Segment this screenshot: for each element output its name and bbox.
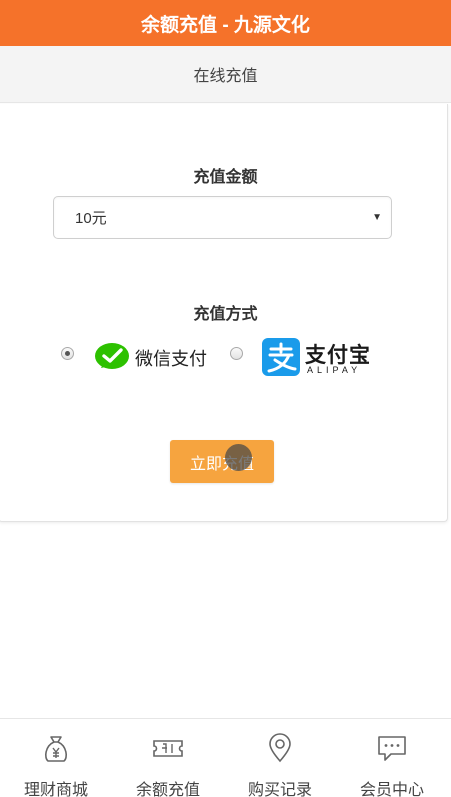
touch-cursor-indicator	[225, 444, 252, 471]
amount-label: 充值金额	[193, 169, 258, 186]
tab-label: 理财商城	[23, 782, 88, 797]
amount-select[interactable]: 10元 ▼	[53, 196, 392, 239]
tab-purchase-records[interactable]: 购买记录	[224, 719, 336, 797]
money-bag-icon	[44, 736, 68, 762]
tab-balance-recharge[interactable]: 余额充值	[112, 719, 224, 797]
payment-method-label: 充值方式	[193, 306, 258, 323]
page-title: 余额充值 - 九源文化	[0, 0, 451, 46]
recharge-now-button[interactable]: 立即充值	[170, 440, 274, 483]
chat-bubble-icon	[378, 736, 406, 761]
alipay-radio[interactable]	[230, 347, 243, 360]
amount-selected-value: 10元	[75, 210, 107, 227]
tab-member-center[interactable]: 会员中心	[336, 719, 448, 797]
wechat-radio[interactable]	[61, 347, 74, 360]
tab-label: 余额充值	[135, 782, 200, 797]
tab-finance-mall[interactable]: 理财商城	[0, 719, 112, 797]
chevron-down-icon: ▼	[372, 212, 382, 223]
alipay-sublabel: ALIPAY	[307, 365, 362, 375]
section-title: 在线充值	[0, 46, 451, 103]
wechat-pay-icon	[95, 343, 129, 369]
wechat-pay-label[interactable]: 微信支付	[135, 345, 207, 371]
tab-label: 会员中心	[359, 782, 424, 797]
alipay-icon	[262, 338, 300, 376]
tab-label: 购买记录	[247, 782, 312, 797]
bottom-tab-bar: 理财商城 余额充值 购买记录 会员中心	[0, 718, 451, 797]
location-pin-icon	[269, 733, 291, 763]
ticket-icon	[153, 740, 183, 757]
